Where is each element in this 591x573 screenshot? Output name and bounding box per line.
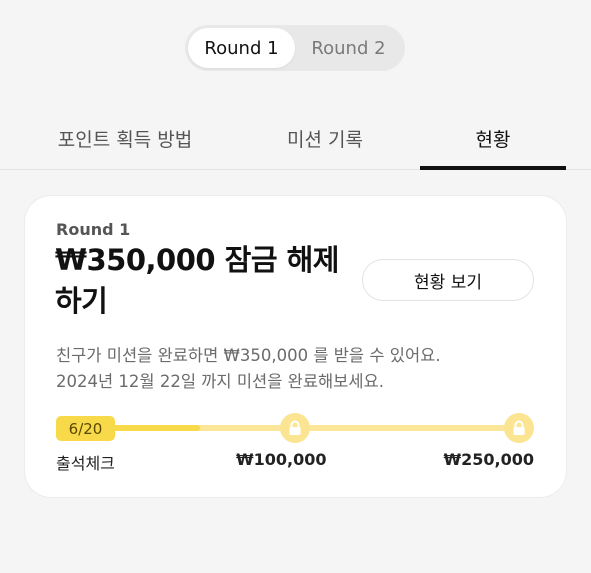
active-tab-indicator <box>420 166 566 170</box>
milestone-2-label: ₩250,000 <box>443 450 534 469</box>
view-status-button[interactable]: 현황 보기 <box>362 259 534 301</box>
milestone-1-label: ₩100,000 <box>236 450 327 469</box>
description-line-2: 2024년 12월 22일 까지 미션을 완료해보세요. <box>56 372 384 391</box>
card-round-label: Round 1 <box>56 220 131 239</box>
description-line-1: 친구가 미션을 완료하면 ₩350,000 를 받을 수 있어요. <box>56 346 441 365</box>
lock-icon <box>504 413 534 443</box>
unlock-card: Round 1 ₩350,000 잠금 해제하기 현황 보기 친구가 미션을 완… <box>25 196 566 497</box>
round-1-tab[interactable]: Round 1 <box>188 28 295 68</box>
round-toggle: Round 1 Round 2 <box>185 25 405 71</box>
card-description: 친구가 미션을 완료하면 ₩350,000 를 받을 수 있어요. 2024년 … <box>56 343 546 395</box>
section-tabs: 포인트 획득 방법 미션 기록 현황 <box>0 106 591 170</box>
tab-point-earning[interactable]: 포인트 획득 방법 <box>18 106 232 170</box>
progress-start-label: 출석체크 <box>56 454 115 473</box>
card-title: ₩350,000 잠금 해제하기 <box>55 243 340 318</box>
round-2-tab[interactable]: Round 2 <box>295 28 402 68</box>
progress-count-badge: 6/20 <box>56 416 115 441</box>
tab-mission-history[interactable]: 미션 기록 <box>232 106 418 170</box>
tab-status[interactable]: 현황 <box>420 106 566 170</box>
lock-icon <box>280 413 310 443</box>
